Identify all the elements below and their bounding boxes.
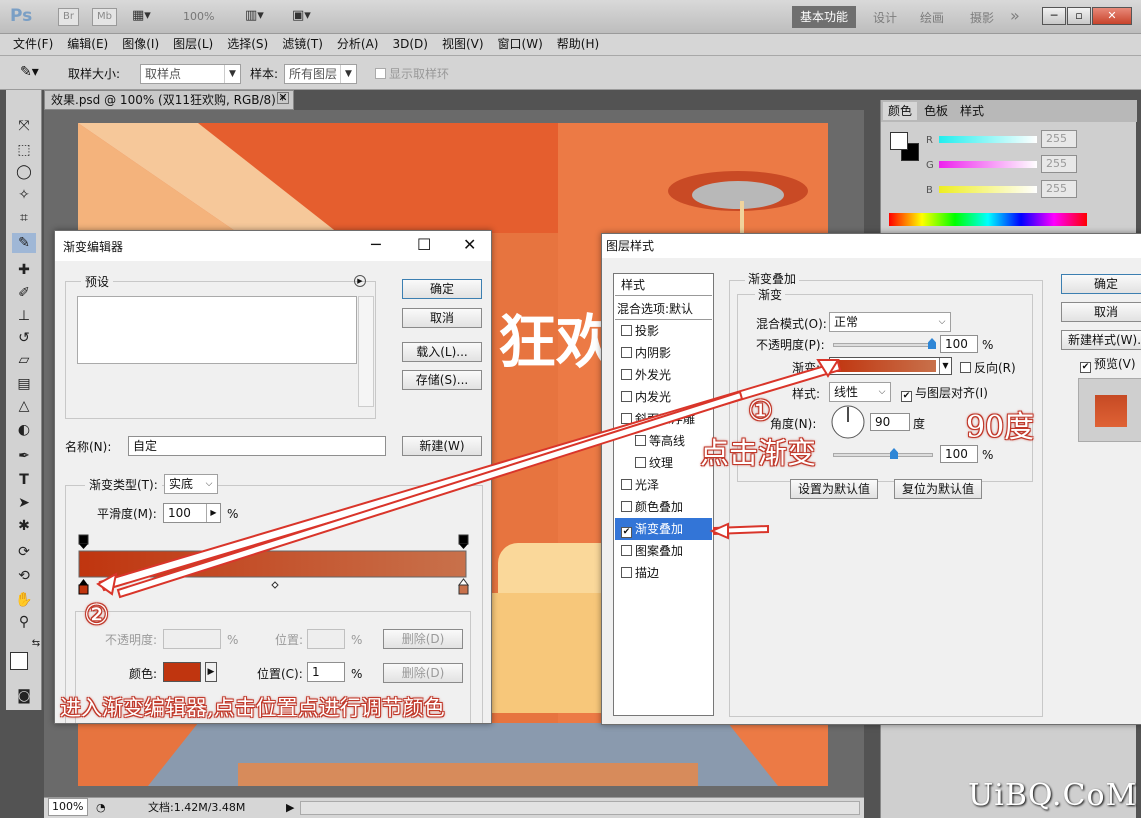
- watermark: UiBQ.CoM: [968, 778, 1138, 813]
- photoshop-window: Ps Br Mb ▦▾ 100% ▥▾ ▣▾ 基本功能 设计 绘画 摄影 » ─…: [0, 0, 1141, 818]
- fg-color-chip[interactable]: [890, 132, 908, 150]
- step2-number: ②: [84, 598, 110, 631]
- step1-text: 点击渐变: [700, 436, 817, 470]
- step1-number: ①: [748, 394, 774, 427]
- step2-text: 进入渐变编辑器,点击位置点进行调节颜色: [60, 696, 445, 720]
- angle-note: 90度: [966, 410, 1035, 445]
